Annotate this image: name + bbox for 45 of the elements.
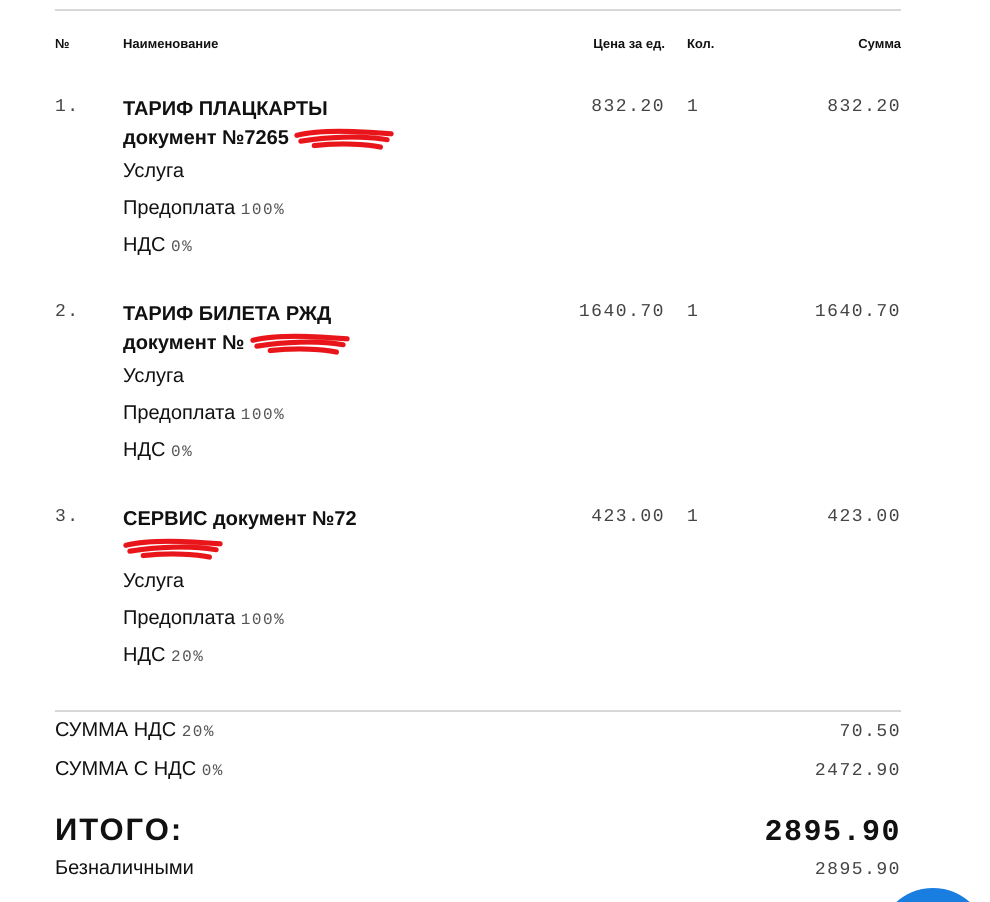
item-name: ТАРИФ БИЛЕТА РЖД документ № (123, 303, 332, 354)
vat-value: 0% (171, 238, 194, 256)
item-number: 3. (55, 506, 81, 529)
item-quantity: 1 (686, 96, 700, 119)
item-price: 832.20 (590, 96, 665, 119)
payment-value: 100% (240, 201, 286, 219)
vat-label: НДС (123, 644, 166, 666)
item-name: ТАРИФ ПЛАЦКАРТЫ документ №7265 (123, 98, 328, 149)
payment-label: Предоплата (123, 607, 236, 629)
total-value: 70.50 (839, 721, 901, 744)
payment-value: 100% (240, 611, 286, 629)
payment-amount: 2895.90 (814, 859, 901, 882)
item-sum: 832.20 (826, 96, 901, 119)
total-rate: 0% (202, 762, 224, 780)
payment-value: 100% (240, 406, 286, 424)
item-type: Услуга (123, 569, 186, 594)
item-number: 1. (55, 96, 81, 119)
vat-label: НДС (123, 234, 166, 256)
grand-total-value: 2895.90 (764, 816, 901, 850)
payment-label: Предоплата (123, 197, 236, 219)
vat-value: 0% (171, 443, 194, 461)
vat-value: 20% (171, 648, 204, 666)
column-header: Наименование (123, 36, 220, 51)
column-header: Сумма (857, 36, 901, 51)
total-rate: 20% (182, 723, 216, 741)
item-price: 423.00 (590, 506, 665, 529)
item-price: 1640.70 (578, 301, 665, 324)
column-header: № (55, 36, 70, 51)
item-quantity: 1 (686, 301, 700, 324)
item-name: СЕРВИС документ №72 (123, 508, 357, 530)
total-value: 2472.90 (814, 760, 901, 783)
item-sum: 1640.70 (814, 301, 901, 324)
column-header: Кол. (686, 36, 716, 51)
item-sum: 423.00 (826, 506, 901, 529)
item-quantity: 1 (686, 506, 700, 529)
item-type: Услуга (123, 364, 186, 389)
total-label: СУММА НДС (55, 719, 176, 741)
vat-label: НДС (123, 439, 166, 461)
column-header: Цена за ед. (592, 36, 665, 51)
item-type: Услуга (123, 159, 186, 184)
payment-label: Предоплата (123, 402, 236, 424)
grand-total-label: ИТОГО: (55, 812, 184, 848)
item-number: 2. (55, 301, 81, 324)
total-label: СУММА С НДС (55, 758, 196, 780)
payment-method: Безналичными (55, 856, 194, 881)
